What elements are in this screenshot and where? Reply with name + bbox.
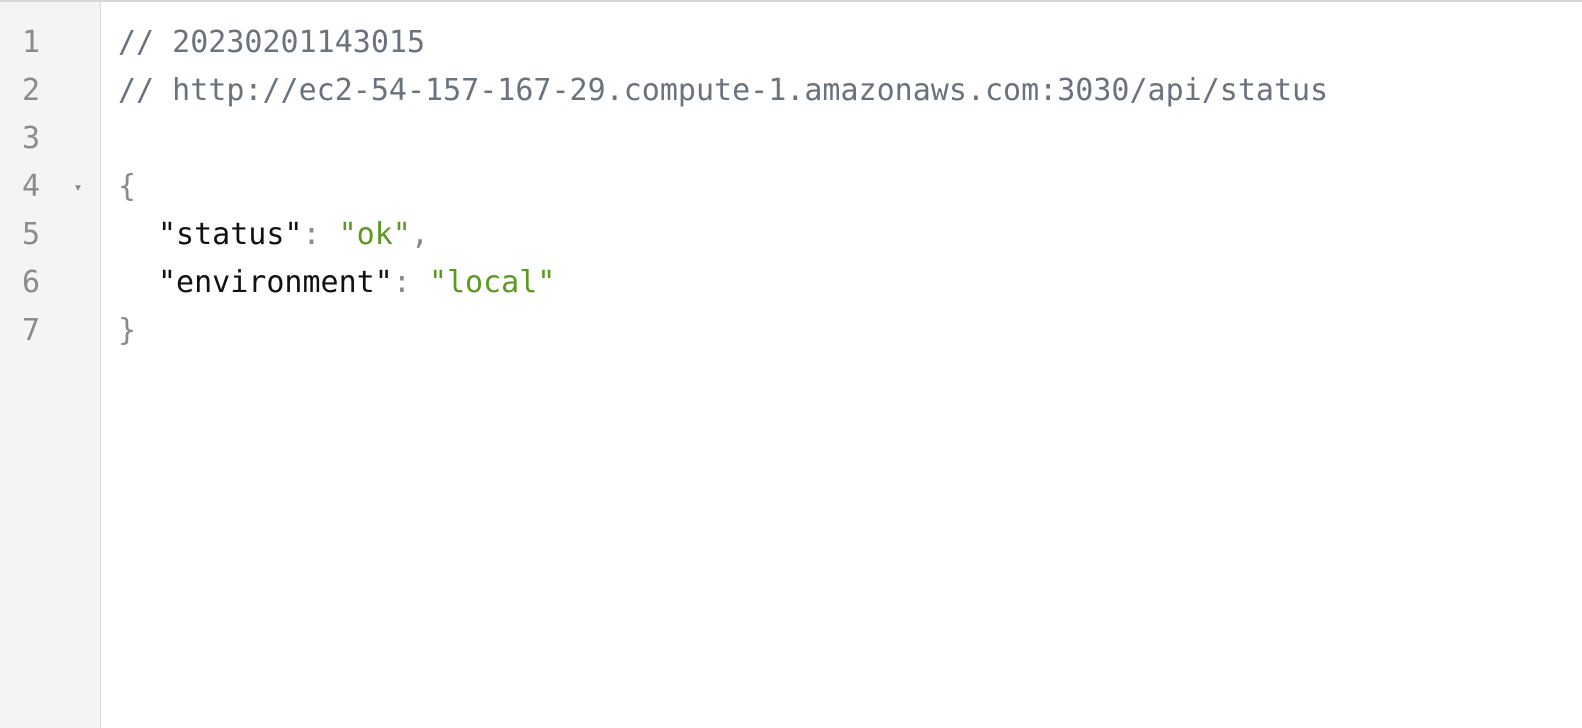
code-line-1: 1 // 20230201143015 <box>0 19 1582 67</box>
code-line-2: 2 // http://ec2-54-157-167-29.compute-1.… <box>0 67 1582 115</box>
json-string-value: "local" <box>428 265 556 300</box>
line-number: 4 <box>22 169 41 204</box>
code-line-4: 4 ▾ { <box>0 163 1582 211</box>
json-key: "status" <box>158 217 303 252</box>
code-line-6: 6 "environment": "local" <box>0 259 1582 307</box>
json-string-value: "ok" <box>338 217 411 252</box>
json-comma: , <box>410 217 429 252</box>
line-number: 7 <box>22 313 41 348</box>
code-line-7: 7 } <box>0 307 1582 355</box>
json-key: "environment" <box>158 265 393 300</box>
line-number: 3 <box>22 121 41 156</box>
code-line-5: 5 "status": "ok", <box>0 211 1582 259</box>
triangle-down-icon[interactable]: ▾ <box>70 163 86 211</box>
json-viewer: 1 // 20230201143015 2 // http://ec2-54-1… <box>0 0 1582 728</box>
code-line-3: 3 <box>0 115 1582 163</box>
json-entry-environment[interactable]: "environment": "local" <box>158 259 555 307</box>
close-brace: } <box>118 313 137 348</box>
json-colon: : <box>392 265 429 300</box>
line-number: 2 <box>22 73 41 108</box>
line-number: 6 <box>22 265 41 300</box>
line-number: 1 <box>22 25 41 60</box>
url-comment[interactable]: // http://ec2-54-157-167-29.compute-1.am… <box>118 67 1328 115</box>
json-colon: : <box>302 217 339 252</box>
line-number: 5 <box>22 217 41 252</box>
timestamp-comment[interactable]: // 20230201143015 <box>118 19 425 67</box>
json-entry-status[interactable]: "status": "ok", <box>158 211 429 259</box>
open-brace: { <box>118 169 137 204</box>
